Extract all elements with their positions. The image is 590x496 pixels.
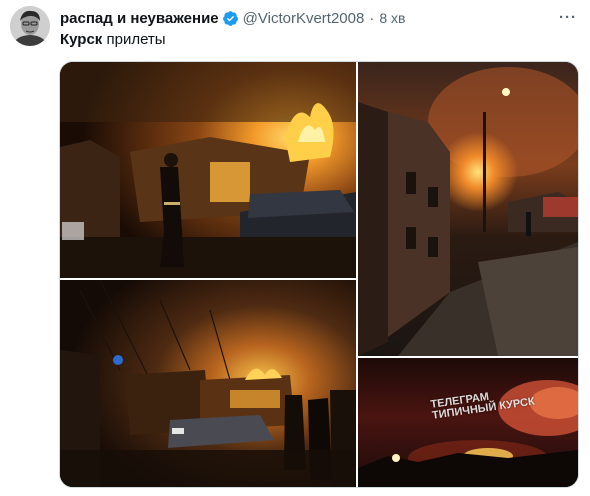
verified-badge-icon[interactable] — [222, 10, 239, 27]
media-photo-3[interactable] — [60, 280, 356, 487]
tweet[interactable]: распад и неуважение @VictorKvert2008 · 8… — [0, 0, 590, 496]
media-photo-1[interactable] — [60, 62, 356, 278]
display-name[interactable]: распад и неуважение — [60, 10, 219, 27]
tweet-text-body: прилеты — [102, 31, 166, 48]
more-options-icon[interactable]: ··· — [556, 7, 580, 27]
media-photo-4[interactable]: ТЕЛЕГРАМ ТИПИЧНЫЙ КУРСК — [358, 358, 578, 487]
tweet-header: распад и неуважение @VictorKvert2008 · 8… — [60, 9, 405, 27]
separator-dot: · — [369, 9, 375, 27]
avatar[interactable] — [10, 6, 50, 46]
media-grid: ТЕЛЕГРАМ ТИПИЧНЫЙ КУРСК — [59, 61, 579, 488]
user-handle[interactable]: @VictorKvert2008 — [243, 10, 365, 27]
timestamp[interactable]: 8 хв — [379, 10, 405, 26]
hashtag-link[interactable]: Курск — [60, 31, 102, 48]
tweet-text: Курск прилеты — [60, 31, 166, 48]
media-photo-2[interactable] — [358, 62, 578, 356]
